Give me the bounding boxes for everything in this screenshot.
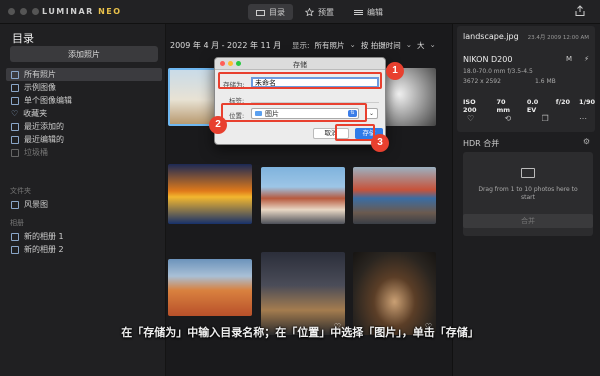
dialog-titlebar: 存储 bbox=[215, 58, 385, 70]
folder-icon bbox=[11, 200, 19, 209]
step-marker-2: 2 bbox=[209, 116, 227, 134]
highlight-save-as bbox=[218, 72, 382, 89]
presets-icon bbox=[305, 8, 314, 16]
trash-icon bbox=[11, 148, 19, 157]
highlight-location bbox=[221, 103, 367, 122]
photo-thumbnail[interactable]: ♡ bbox=[353, 252, 436, 335]
sliders-icon bbox=[354, 9, 363, 15]
step-marker-1: 1 bbox=[386, 62, 404, 80]
hdr-drop-text: Drag from 1 to 10 photos here to start bbox=[478, 186, 578, 201]
heart-icon[interactable]: ♡ bbox=[467, 114, 474, 123]
photo-thumbnail[interactable] bbox=[168, 259, 252, 316]
gear-icon[interactable]: ⚙ bbox=[583, 137, 590, 146]
info-actions: ♡ ⟲ ❐ ⋯ bbox=[467, 114, 587, 123]
folder-icon bbox=[256, 9, 265, 16]
photos-stack-icon bbox=[521, 168, 535, 178]
single-image-icon bbox=[11, 96, 19, 105]
albums-list: 新的相册 1 新的相册 2 bbox=[6, 230, 162, 256]
highlight-save-button bbox=[335, 124, 375, 141]
file-date: 23.4月 2009 12:00 AM bbox=[527, 35, 589, 41]
chevron-down-icon: ⌄ bbox=[429, 40, 436, 49]
photo-thumbnail[interactable]: ♡ bbox=[261, 252, 345, 335]
sidebar-item-recently-added[interactable]: 最近添加的 bbox=[6, 120, 162, 133]
display-label: 显示: bbox=[292, 41, 310, 50]
gallery-filters: 显示: 所有照片 ⌄ 按 拍摄时间 ⌄ 大 ⌄ bbox=[292, 40, 436, 51]
sidebar-item-sample-images[interactable]: 示例图像 bbox=[6, 81, 162, 94]
sidebar-item-album-1[interactable]: 新的相册 1 bbox=[6, 230, 162, 243]
photo-thumbnail[interactable] bbox=[261, 167, 345, 224]
folders-section-title: 文件夹 bbox=[10, 187, 31, 195]
tutorial-caption: 在「存储为」中输入目录名称；在「位置」中选择「图片」，单击「存储」 bbox=[121, 326, 479, 339]
share-icon[interactable] bbox=[574, 5, 586, 17]
sidebar-item-album-2[interactable]: 新的相册 2 bbox=[6, 243, 162, 256]
chevron-down-icon: ⌄ bbox=[405, 40, 413, 49]
lens-spec: 18.0-70.0 mm f/3.5-4.5 bbox=[463, 68, 533, 75]
recent-added-icon bbox=[11, 122, 19, 131]
photos-icon bbox=[11, 70, 19, 79]
hdr-merge-button[interactable]: 合并 bbox=[463, 214, 593, 228]
image-dimensions: 3672 x 2592 bbox=[463, 78, 501, 85]
more-icon[interactable]: ⋯ bbox=[579, 114, 587, 123]
file-name: landscape.jpg bbox=[463, 32, 519, 41]
flash-icon: ⚡ bbox=[584, 55, 589, 63]
mode-tabs: 目录 预置 编辑 bbox=[248, 4, 391, 20]
sidebar-item-recently-edited[interactable]: 最近编辑的 bbox=[6, 133, 162, 146]
top-bar: LUMINAR NEO 目录 预置 编辑 bbox=[0, 0, 600, 24]
compare-icon[interactable]: ❐ bbox=[542, 114, 549, 123]
heart-icon: ♡ bbox=[11, 109, 19, 118]
chevron-down-icon: ⌄ bbox=[349, 40, 356, 49]
window-controls[interactable] bbox=[8, 8, 39, 15]
albums-section-title: 相册 bbox=[10, 219, 24, 227]
sidebar-list: 所有照片 示例图像 单个图像编辑 ♡ 收藏夹 最近添加的 最近编辑的 垃圾桶 bbox=[6, 68, 162, 159]
tab-presets[interactable]: 预置 bbox=[297, 4, 342, 20]
sidebar-item-favorites[interactable]: ♡ 收藏夹 bbox=[6, 107, 162, 120]
tab-edit[interactable]: 编辑 bbox=[346, 4, 391, 20]
step-marker-3: 3 bbox=[371, 134, 389, 152]
hdr-title: HDR 合并 bbox=[463, 139, 500, 148]
image-icon bbox=[11, 83, 19, 92]
sidebar-item-trash[interactable]: 垃圾桶 bbox=[6, 146, 162, 159]
app-brand: LUMINAR NEO bbox=[42, 7, 122, 16]
album-icon bbox=[11, 245, 19, 254]
photo-thumbnail[interactable] bbox=[353, 167, 436, 224]
camera-model: NIKON D200 bbox=[463, 55, 513, 64]
sidebar-item-folder-landscape[interactable]: 风景图 bbox=[6, 198, 162, 211]
folders-list: 风景图 bbox=[6, 198, 162, 211]
recent-edited-icon bbox=[11, 135, 19, 144]
display-select[interactable]: 所有照片 bbox=[315, 40, 345, 51]
sort-select[interactable]: 按 拍摄时间 bbox=[361, 40, 401, 51]
dialog-title: 存储 bbox=[293, 61, 307, 69]
sidebar-title: 目录 bbox=[12, 32, 34, 45]
size-select[interactable]: 大 bbox=[417, 40, 425, 51]
image-info-card: landscape.jpg 23.4月 2009 12:00 AM NIKON … bbox=[457, 26, 595, 132]
date-range: 2009 年 4 月 - 2022 年 11 月 bbox=[170, 41, 282, 50]
history-icon[interactable]: ⟲ bbox=[504, 114, 511, 123]
file-size: 1.6 MB bbox=[535, 78, 556, 85]
sidebar-item-single-edits[interactable]: 单个图像编辑 bbox=[6, 94, 162, 107]
album-icon bbox=[11, 232, 19, 241]
exposure-mode: M ⚡ bbox=[566, 55, 589, 63]
exif-row: ISO 200 70 mm 0.0 EV f/20 1/90 bbox=[463, 98, 595, 114]
add-photos-button[interactable]: 添加照片 bbox=[10, 46, 158, 62]
photo-thumbnail[interactable] bbox=[168, 164, 252, 224]
tags-input[interactable] bbox=[251, 95, 379, 103]
tab-catalog[interactable]: 目录 bbox=[248, 4, 293, 20]
sidebar-item-all-photos[interactable]: 所有照片 bbox=[6, 68, 162, 81]
